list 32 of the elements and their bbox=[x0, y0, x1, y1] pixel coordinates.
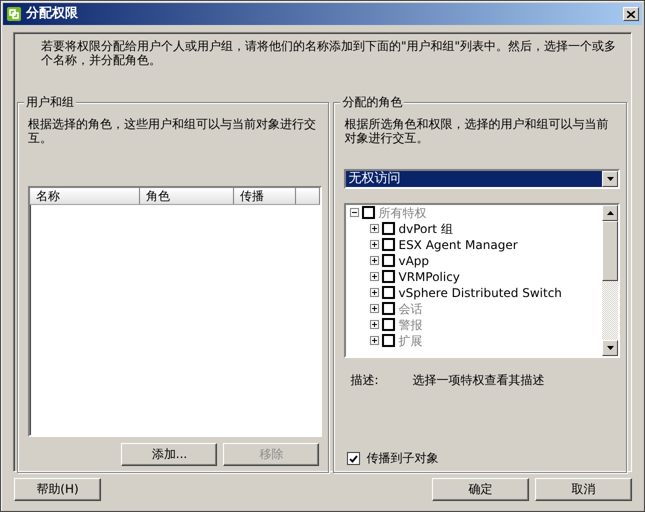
scroll-down-button[interactable] bbox=[602, 340, 618, 356]
help-button[interactable]: 帮助(H) bbox=[14, 478, 101, 501]
scroll-up-button[interactable] bbox=[602, 204, 618, 221]
group-description: 根据选择的角色，这些用户和组可以与当前对象进行交互。 bbox=[28, 116, 317, 148]
check-icon bbox=[349, 454, 358, 463]
user-list[interactable]: 名称 角色 传播 bbox=[28, 186, 322, 437]
close-icon bbox=[627, 10, 635, 18]
group-title: 分配的角色 bbox=[340, 94, 404, 110]
dropdown-value: 无权访问 bbox=[346, 170, 602, 187]
caret-icon bbox=[606, 346, 614, 350]
instruction-text: 若要将权限分配给用户个人或用户组，请将他们的名称添加到下面的"用户和组"列表中。然后，选择一个或多个名称，并分配角色。 bbox=[41, 39, 618, 68]
dropdown-arrow-button[interactable] bbox=[602, 170, 618, 187]
column-header[interactable]: 传播 bbox=[234, 188, 296, 205]
column-header[interactable]: 角色 bbox=[140, 188, 234, 205]
role-dropdown[interactable]: 无权访问 bbox=[344, 168, 620, 189]
group-description: 根据所选角色和权限，选择的用户和组可以与当前对象进行交互。 bbox=[344, 116, 610, 148]
description-label: 描述: bbox=[349, 372, 380, 388]
caret-icon bbox=[606, 210, 614, 215]
dialog-button[interactable]: 添加... bbox=[121, 442, 218, 466]
app-icon bbox=[6, 6, 22, 22]
checkbox-label[interactable]: 传播到子对象 bbox=[366, 451, 438, 466]
group-title: 用户和组 bbox=[24, 94, 76, 110]
column-header bbox=[296, 188, 320, 205]
window-title: 分配权限 bbox=[26, 6, 78, 22]
checkbox[interactable] bbox=[347, 452, 360, 466]
caret-icon bbox=[606, 176, 614, 181]
close-button[interactable] bbox=[623, 7, 639, 21]
cancel-button[interactable]: 取消 bbox=[535, 478, 632, 501]
scrollbar-thumb[interactable] bbox=[602, 220, 618, 281]
ok-button[interactable]: 确定 bbox=[432, 478, 529, 501]
column-header[interactable]: 名称 bbox=[30, 188, 140, 205]
description-text: 选择一项特权查看其描述 bbox=[412, 372, 544, 388]
